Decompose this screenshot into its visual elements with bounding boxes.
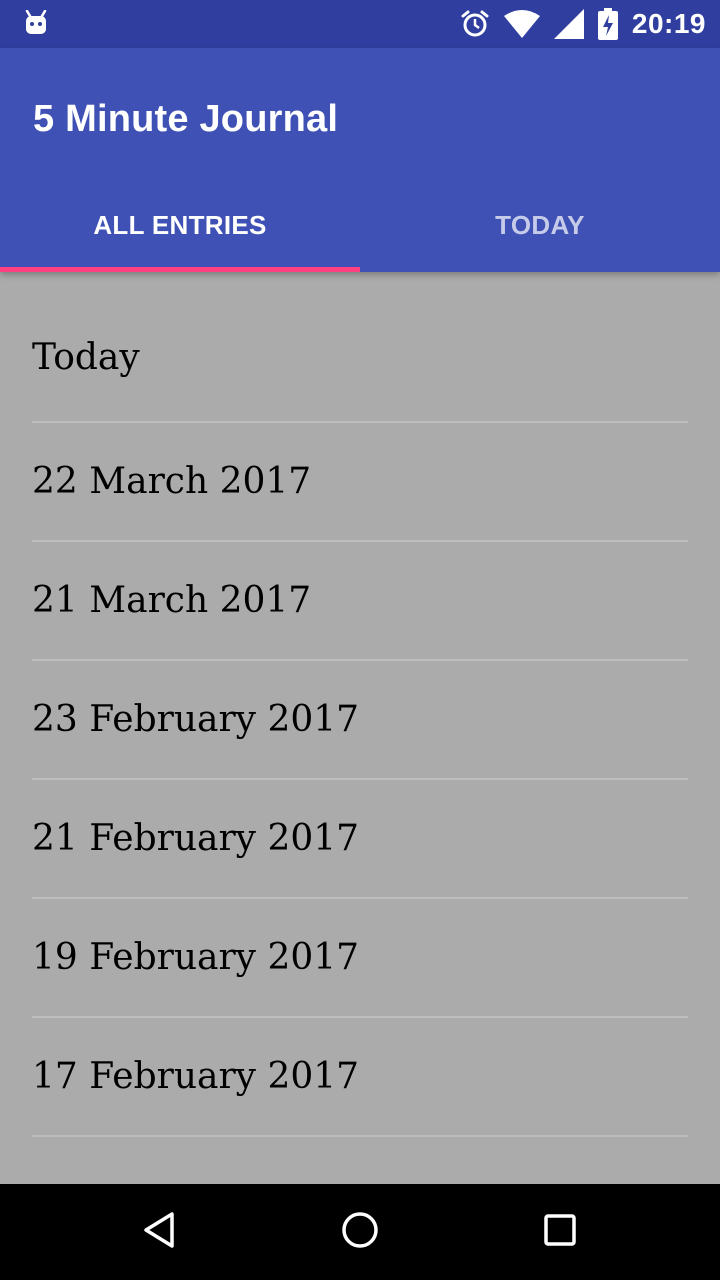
back-icon bbox=[140, 1210, 180, 1255]
recents-button[interactable] bbox=[536, 1208, 584, 1256]
app-title: 5 Minute Journal bbox=[33, 98, 339, 140]
entry-label: 21 February 2017 bbox=[32, 818, 360, 859]
tab-bar: ALL ENTRIES TODAY bbox=[0, 178, 720, 272]
status-time: 20:19 bbox=[631, 8, 706, 39]
status-bar: 20:19 bbox=[0, 0, 720, 48]
entry-item[interactable]: 23 February 2017 bbox=[32, 661, 688, 780]
battery-charging-icon bbox=[597, 8, 618, 40]
navigation-bar bbox=[0, 1184, 720, 1280]
home-button[interactable] bbox=[336, 1208, 384, 1256]
entry-label: 17 February 2017 bbox=[32, 1056, 360, 1097]
entry-label: Today bbox=[32, 337, 140, 378]
entry-item[interactable]: 21 February 2017 bbox=[32, 780, 688, 899]
alarm-icon bbox=[460, 9, 490, 39]
tab-all-entries[interactable]: ALL ENTRIES bbox=[0, 178, 360, 272]
entry-label: 19 February 2017 bbox=[32, 937, 360, 978]
tab-today-label: TODAY bbox=[495, 209, 585, 240]
entry-item[interactable]: 22 March 2017 bbox=[32, 423, 688, 542]
entry-list[interactable]: Today 22 March 2017 21 March 2017 23 Feb… bbox=[0, 272, 720, 1184]
home-icon bbox=[340, 1210, 380, 1255]
entry-item[interactable]: 21 March 2017 bbox=[32, 542, 688, 661]
recents-icon bbox=[540, 1210, 580, 1255]
entry-label: 22 March 2017 bbox=[32, 461, 312, 502]
entry-label: 23 February 2017 bbox=[32, 699, 360, 740]
entry-item[interactable]: 17 February 2017 bbox=[32, 1018, 688, 1137]
entry-label: 21 March 2017 bbox=[32, 580, 312, 621]
back-button[interactable] bbox=[136, 1208, 184, 1256]
entry-item[interactable]: 19 February 2017 bbox=[32, 899, 688, 1018]
wifi-icon bbox=[503, 10, 540, 38]
tab-all-entries-label: ALL ENTRIES bbox=[93, 209, 267, 240]
android-robot-icon bbox=[24, 9, 48, 36]
app-bar: 5 Minute Journal ALL ENTRIES TODAY bbox=[0, 48, 720, 272]
cell-signal-icon bbox=[553, 9, 584, 39]
tab-today[interactable]: TODAY bbox=[360, 178, 720, 272]
entry-item[interactable]: Today bbox=[32, 272, 688, 423]
